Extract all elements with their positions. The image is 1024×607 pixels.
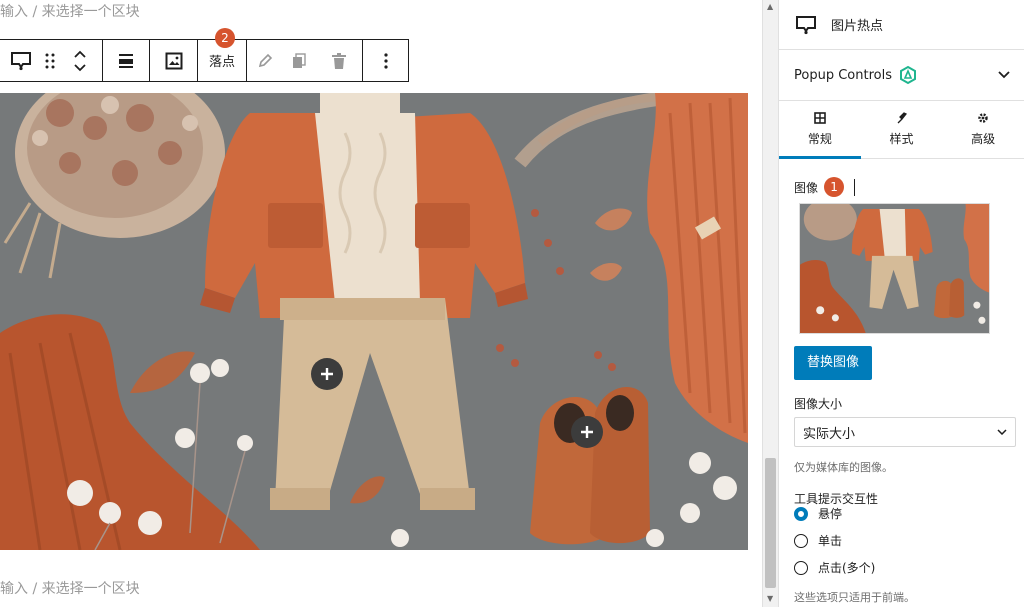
radio-option-click[interactable]: 单击 (794, 527, 875, 554)
pencil-icon[interactable] (247, 40, 282, 81)
plus-icon (581, 426, 593, 438)
panel-title: Popup Controls (794, 67, 892, 83)
trigger-help: 这些选项只适用于前端。 (794, 591, 915, 604)
settings-tabs: 常规 样式 高级 (779, 101, 1024, 159)
move-up-down-icon[interactable] (58, 40, 102, 81)
step-badge-1: 1 (824, 177, 845, 197)
image-field-header: 图像 1 (794, 177, 856, 197)
drag-handle-icon[interactable] (42, 40, 58, 81)
more-vertical-icon[interactable] (363, 40, 408, 81)
image-size-label: 图像大小 (794, 397, 843, 411)
scroll-up-arrow-icon[interactable]: ▲ (767, 2, 773, 11)
toolbar-group-edit (247, 40, 363, 81)
image-icon[interactable] (150, 40, 197, 81)
style-icon (897, 112, 907, 124)
popup-controls-logo-icon (899, 65, 916, 85)
editor-scrollbar[interactable]: ▲ ▼ (762, 0, 778, 607)
image-size-select[interactable]: 实际大小 (794, 417, 1016, 447)
general-settings: 图像 1 替换图像 图像大小 实际大小 仅为媒体库的图像。 工具提示交互性 (779, 159, 1024, 559)
radio-option-click-multiple[interactable]: 点击(多个) (794, 554, 875, 581)
radio-click-multiple-label: 点击(多个) (818, 561, 876, 575)
image-size-value: 实际大小 (803, 426, 856, 442)
tab-style-label: 样式 (889, 132, 914, 146)
block-placeholder-bottom[interactable]: 输入 / 来选择一个区块 (0, 578, 140, 598)
hotspot-marker-shoes[interactable] (571, 416, 603, 448)
general-icon (814, 112, 826, 124)
outfit-photo (0, 93, 748, 550)
hotspot-image[interactable] (0, 93, 748, 550)
chevron-down-icon (997, 429, 1007, 435)
tab-style[interactable]: 样式 (861, 101, 943, 158)
chevron-down-icon (998, 71, 1010, 79)
image-size-help: 仅为媒体库的图像。 (794, 461, 893, 474)
gear-icon (978, 113, 988, 123)
image-preview (800, 204, 989, 333)
align-icon[interactable] (103, 40, 149, 81)
block-card: 图片热点 (779, 0, 1024, 50)
plus-icon (321, 368, 333, 380)
block-title: 图片热点 (831, 19, 884, 34)
toolbar-group-more (363, 40, 408, 81)
scroll-down-arrow-icon[interactable]: ▼ (767, 594, 773, 603)
image-preview-thumbnail[interactable] (799, 203, 990, 334)
radio-click[interactable] (794, 533, 808, 548)
hotspot-block-icon[interactable] (0, 40, 42, 81)
radio-hover[interactable] (794, 506, 808, 521)
editor-canvas: 输入 / 来选择一个区块 落点 2 输入 / 来选择一个区块 (0, 0, 762, 607)
settings-sidebar: 图片热点 Popup Controls 常规 样式 高级 图像 1 替换图像 图… (778, 0, 1024, 607)
scrollbar-thumb[interactable] (765, 458, 776, 588)
hotspot-block-icon (796, 15, 816, 34)
block-toolbar: 落点 (0, 39, 409, 82)
duplicate-icon[interactable] (282, 40, 316, 81)
replace-image-button[interactable]: 替换图像 (794, 346, 873, 380)
radio-option-hover[interactable]: 悬停 (794, 500, 875, 527)
step-badge-2: 2 (215, 28, 235, 48)
radio-hover-label: 悬停 (818, 507, 843, 521)
trash-icon[interactable] (316, 40, 362, 81)
toolbar-group-image (150, 40, 198, 81)
tab-general-label: 常规 (807, 132, 832, 146)
tab-advanced[interactable]: 高级 (942, 101, 1024, 158)
hotspot-button-label: 落点 (208, 55, 235, 70)
popup-controls-panel-toggle[interactable]: Popup Controls (779, 50, 1024, 101)
tab-advanced-label: 高级 (971, 132, 996, 146)
image-label: 图像 (794, 180, 819, 195)
block-placeholder-top[interactable]: 输入 / 来选择一个区块 (0, 1, 140, 21)
toolbar-group-block (0, 40, 103, 81)
radio-click-label: 单击 (818, 534, 843, 548)
hotspot-marker-pants[interactable] (311, 358, 343, 390)
radio-click-multiple[interactable] (794, 560, 808, 575)
tab-general[interactable]: 常规 (779, 101, 861, 159)
trigger-radio-group: 悬停 单击 点击(多个) (794, 500, 875, 581)
text-cursor (854, 178, 856, 196)
toolbar-group-align (103, 40, 150, 81)
